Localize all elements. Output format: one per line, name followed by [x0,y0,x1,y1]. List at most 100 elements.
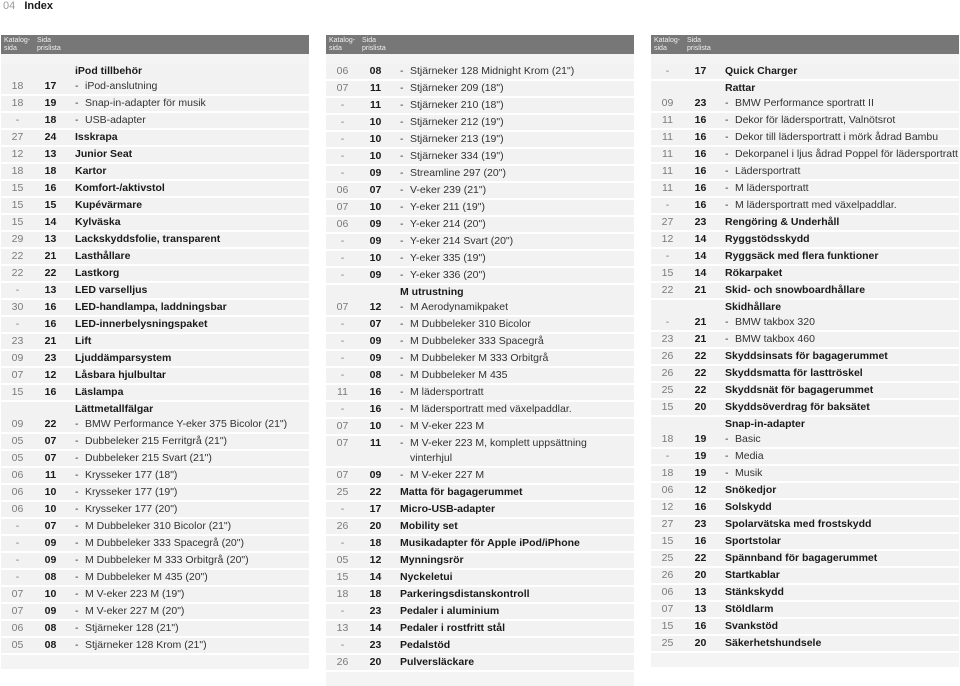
index-entry: 13 14 Pedaler i rostfritt stål [326,621,634,638]
index-entry: 18 19 - Musik [651,466,959,483]
entry-text: M lädersportratt med växelpaddlar. [735,199,897,211]
entry-label: Matta för bagagerummet [400,486,523,498]
dash-marker: - [75,97,79,109]
pricelist-page: 22 [369,486,382,498]
index-entry: 06 09 - Y-eker 214 (20") [326,217,634,234]
entry-label: LED-innerbelysningspaket [75,318,208,330]
column-header: Katalog- sida Sida prislista [326,35,634,54]
dash-marker: - [75,520,79,532]
entry-label: -M Dubbeleker M 333 Orbitgrå [392,351,634,366]
katalog-page: 22 [661,284,674,296]
katalog-page: 15 [661,620,674,632]
katalog-page: 06 [11,486,24,498]
index-entry: 23 21 Lift [1,334,309,351]
katalog-page: 26 [336,656,349,668]
pricelist-page: 19 [694,467,707,479]
pricelist-page: 21 [694,333,707,345]
entry-text: Dubbeleker 215 Svart (21") [85,452,212,464]
entry-label: Ljuddämparsystem [75,352,172,364]
index-entry: 18 18 Kartor [1,164,309,181]
index-group-heading: Skidhållare [651,300,959,315]
dash-marker: - [725,148,729,160]
entry-text: BMW takbox 460 [735,333,815,345]
katalog-page: 09 [11,418,24,430]
dash-marker: - [725,199,729,211]
katalog-page: 18 [11,165,24,177]
entry-label: Spännband för bagagerummet [725,552,878,564]
index-entry: 06 10 - Krysseker 177 (20") [1,502,309,519]
index-entry: 12 14 Ryggstödsskydd [651,232,959,249]
index-entry: 15 14 Kylväska [1,215,309,232]
entry-label: Lasthållare [75,250,131,262]
dash-marker: - [400,218,404,230]
entry-text: V-eker 239 (21") [410,184,487,196]
index-entry: -07- M Dubbeleker 310 Bicolor (21") [1,519,309,536]
entry-label: Lift [75,335,92,347]
pricelist-page: 14 [44,216,57,228]
katalog-page: - [340,150,345,162]
entry-label: Rengöring & Underhåll [725,216,840,228]
pricelist-page: 14 [369,622,382,634]
entry-label: Parkeringsdistanskontroll [400,588,530,600]
entry-text: Krysseker 177 (20") [85,503,178,515]
dash-marker: - [75,554,79,566]
katalog-page: 09 [661,97,674,109]
entry-label: Rökarpaket [725,267,783,279]
pricelist-page: 18 [369,588,382,600]
entry-label: -M lädersportratt [717,181,959,196]
entry-text: M lädersportratt [410,386,484,398]
katalog-page: - [665,199,670,211]
pricelist-page: 11 [44,469,57,481]
dash-marker: - [725,165,729,177]
index-entry: 07 09 - M V-eker 227 M [326,468,634,485]
dash-marker: - [400,184,404,196]
index-entry: -10- Stjärneker 213 (19") [326,132,634,149]
group-heading-label: iPod tillbehör [75,65,143,77]
katalog-page: 15 [661,401,674,413]
index-entry: 23 21 - BMW takbox 460 [651,332,959,349]
katalog-page: - [340,318,345,330]
katalog-page: 05 [336,554,349,566]
pricelist-page: 23 [694,97,707,109]
entry-text: Y-eker 335 (19") [410,252,486,264]
entry-label: Mobility set [400,520,458,532]
entry-label: Pedalstöd [400,639,451,651]
pricelist-page: 08 [44,622,57,634]
page-title: Index [24,0,54,12]
pricelist-page: 13 [694,603,707,615]
katalog-page: - [15,318,20,330]
index-entry: 06 07 - V-eker 239 (21") [326,183,634,200]
pricelist-page: 10 [369,133,382,145]
index-entry: 27 23 Spolarvätska med frostskydd [651,517,959,534]
entry-label: - Y-eker 214 (20") [392,217,634,232]
katalog-page: 07 [11,588,24,600]
index-entry: 09 23 Ljuddämparsystem [1,351,309,368]
entry-label: Skyddsmatta för lasttröskel [725,367,863,379]
index-entry: - 13 LED varselljus [1,283,309,300]
entry-text: BMW takbox 320 [735,316,815,328]
entry-label: Kupévärmare [75,199,143,211]
index-entry: -09- M Dubbeleker 333 Spacegrå (20") [1,536,309,553]
entry-text: M V-eker 223 M (19") [85,588,185,600]
pricelist-page: 17 [44,80,57,92]
entry-text: Musik [735,467,763,479]
entry-text: M V-eker 227 M [410,469,485,481]
index-group-heading: Snap-in-adapter [651,417,959,432]
index-entry: 26 22 Skyddsinsats för bagagerummet [651,349,959,366]
pricelist-page: 14 [694,233,707,245]
katalog-page: 18 [661,467,674,479]
index-entry: -21- BMW takbox 320 [651,315,959,332]
katalog-page: 15 [11,199,24,211]
entry-label: -M Dubbeleker 310 Bicolor [392,317,634,332]
header-sida-prislista: Sida prislista [362,37,386,52]
entry-label: Stöldlarm [725,603,774,615]
pricelist-page: 24 [44,131,57,143]
index-entry: -08- M Dubbeleker M 435 (20") [1,570,309,587]
entry-text: Y-eker 214 Svart (20") [410,235,514,247]
index-entry: -08- M Dubbeleker M 435 [326,368,634,385]
katalog-page: 06 [336,218,349,230]
entry-label: Låsbara hjulbultar [75,369,167,381]
index-entry: 11 16 - Dekorpanel i ljus ådrad Poppel för … [651,147,959,164]
index-entry: 12 16 Solskydd [651,500,959,517]
dash-marker: - [400,116,404,128]
